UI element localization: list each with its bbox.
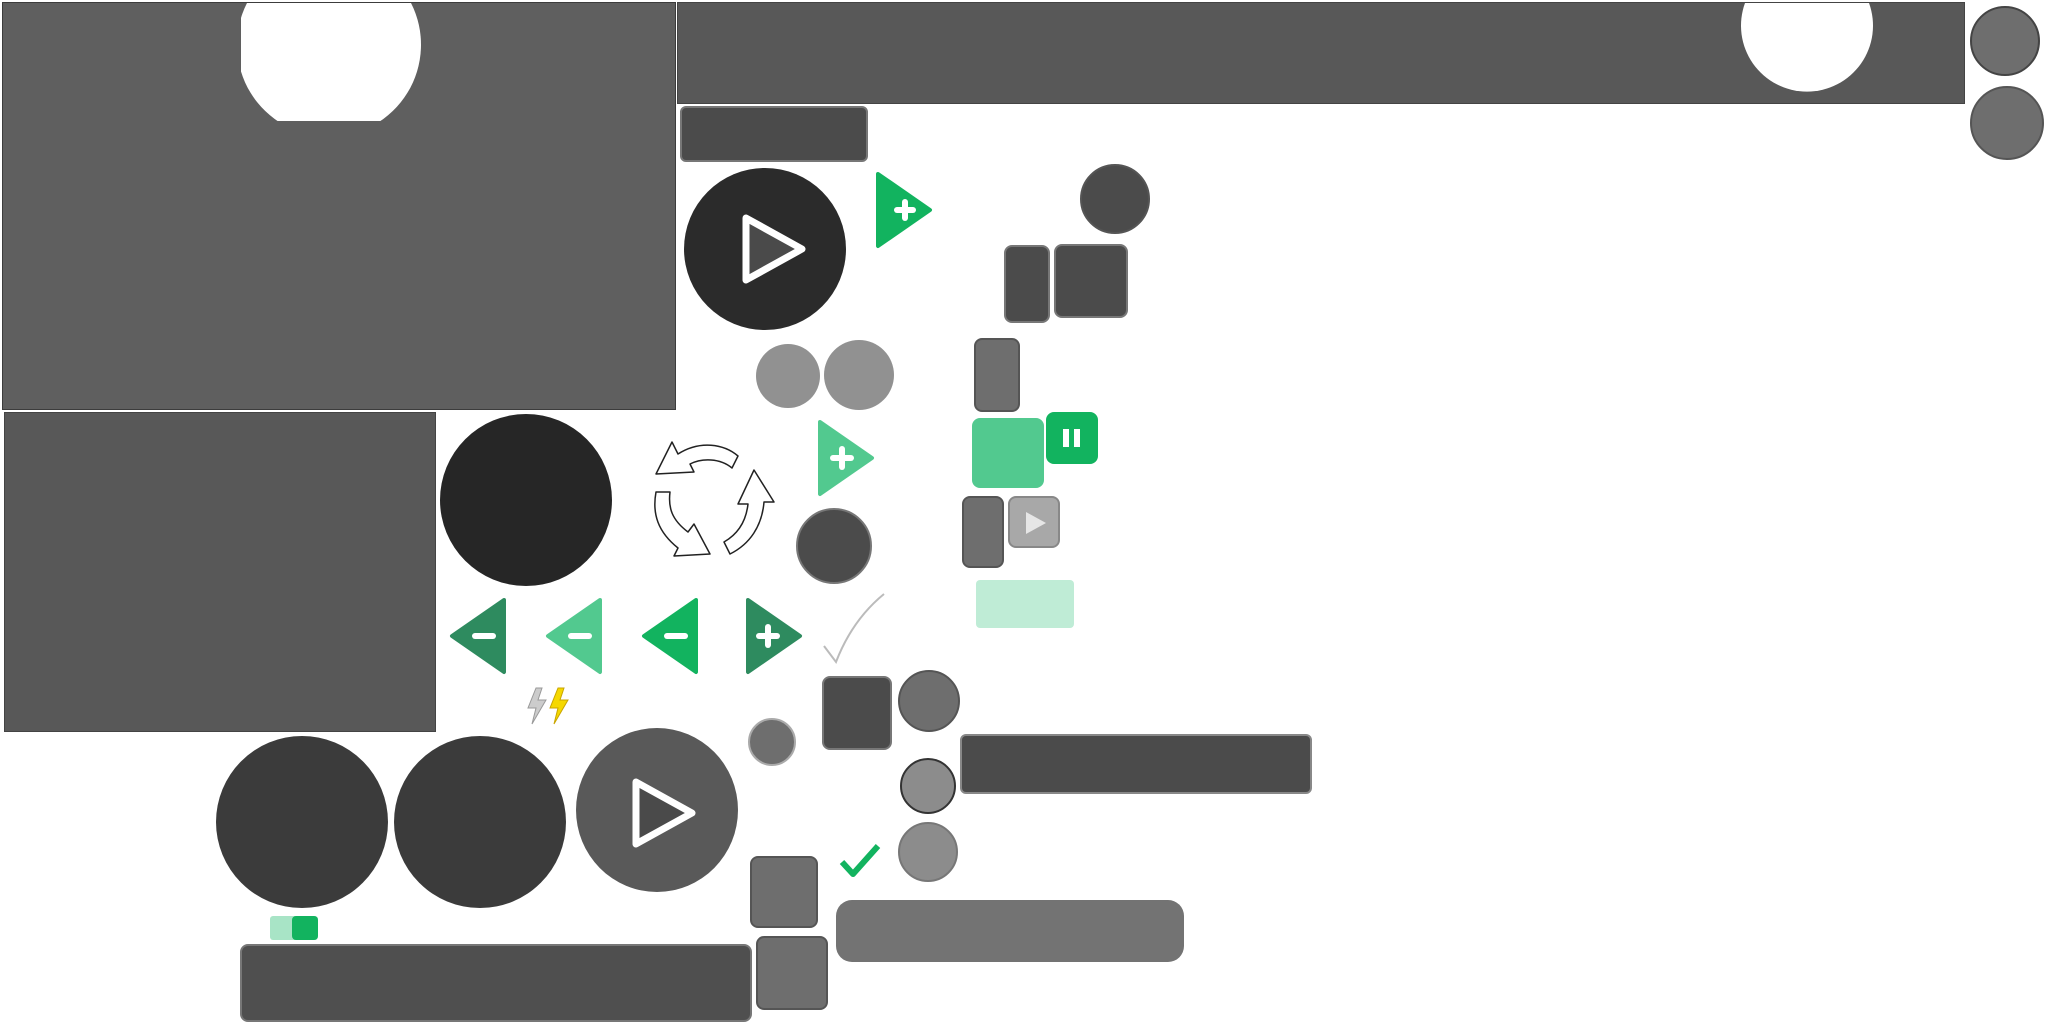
header-notch-cutout [1741, 3, 1873, 92]
toggle-track-on[interactable] [270, 916, 318, 940]
pause-icon [1063, 429, 1080, 447]
square-button-dark-2[interactable] [822, 676, 892, 750]
round-button-dark-2[interactable] [796, 508, 872, 584]
lightning-icon [527, 687, 569, 725]
header-bar-panel [677, 2, 1965, 104]
tab-button-dark[interactable] [680, 106, 868, 162]
wide-bar-button-dark[interactable] [960, 734, 1312, 794]
add-arrow-button-dark[interactable] [744, 596, 804, 676]
add-arrow-button-light[interactable] [816, 418, 876, 498]
green-pale-bar[interactable] [976, 580, 1074, 628]
round-button-light-3[interactable] [898, 822, 958, 882]
side-panel [4, 412, 436, 732]
play-icon [742, 214, 806, 284]
green-square-button[interactable] [972, 418, 1044, 488]
round-button-mid[interactable] [898, 670, 960, 732]
square-button-mid[interactable] [750, 856, 818, 928]
round-button-grey[interactable] [1970, 6, 2040, 76]
round-button-grey-large[interactable] [1970, 86, 2044, 160]
minus-icon [472, 633, 496, 639]
square-button-mid-2[interactable] [756, 936, 828, 1010]
play-button-medium[interactable] [576, 728, 738, 892]
play-button-large[interactable] [684, 168, 846, 330]
round-button-light[interactable] [756, 344, 820, 408]
check-thin-icon [823, 593, 885, 665]
round-button-black[interactable] [440, 414, 612, 586]
pause-button[interactable] [1046, 412, 1098, 464]
round-button-dark-small[interactable] [1080, 164, 1150, 234]
main-panel-large [2, 2, 676, 410]
minus-arrow-button[interactable] [640, 596, 700, 676]
wide-bar-button-bottom[interactable] [240, 944, 752, 1022]
wide-bar-button-mid[interactable] [836, 900, 1184, 962]
play-icon [1026, 512, 1046, 534]
small-square-button-dark[interactable] [1004, 245, 1050, 323]
square-button-dark[interactable] [1054, 244, 1128, 318]
play-icon [632, 778, 696, 848]
toggle-knob [292, 916, 318, 940]
round-button-light-large[interactable] [824, 340, 894, 410]
tall-button-mid[interactable] [974, 338, 1020, 412]
tall-button-mid-2[interactable] [962, 496, 1004, 568]
minus-arrow-button-dark[interactable] [448, 596, 508, 676]
minus-icon [664, 633, 688, 639]
round-button-mid-small[interactable] [748, 718, 796, 766]
round-button-charcoal-1[interactable] [216, 736, 388, 908]
add-arrow-button[interactable] [874, 170, 934, 250]
recycle-arrows-icon [654, 441, 775, 557]
check-icon [839, 844, 881, 877]
round-button-light-2[interactable] [900, 758, 956, 814]
minus-icon [568, 633, 592, 639]
round-button-charcoal-2[interactable] [394, 736, 566, 908]
play-button-small-grey[interactable] [1008, 496, 1060, 548]
minus-arrow-button-light[interactable] [544, 596, 604, 676]
panel-notch-cutout [241, 3, 421, 121]
